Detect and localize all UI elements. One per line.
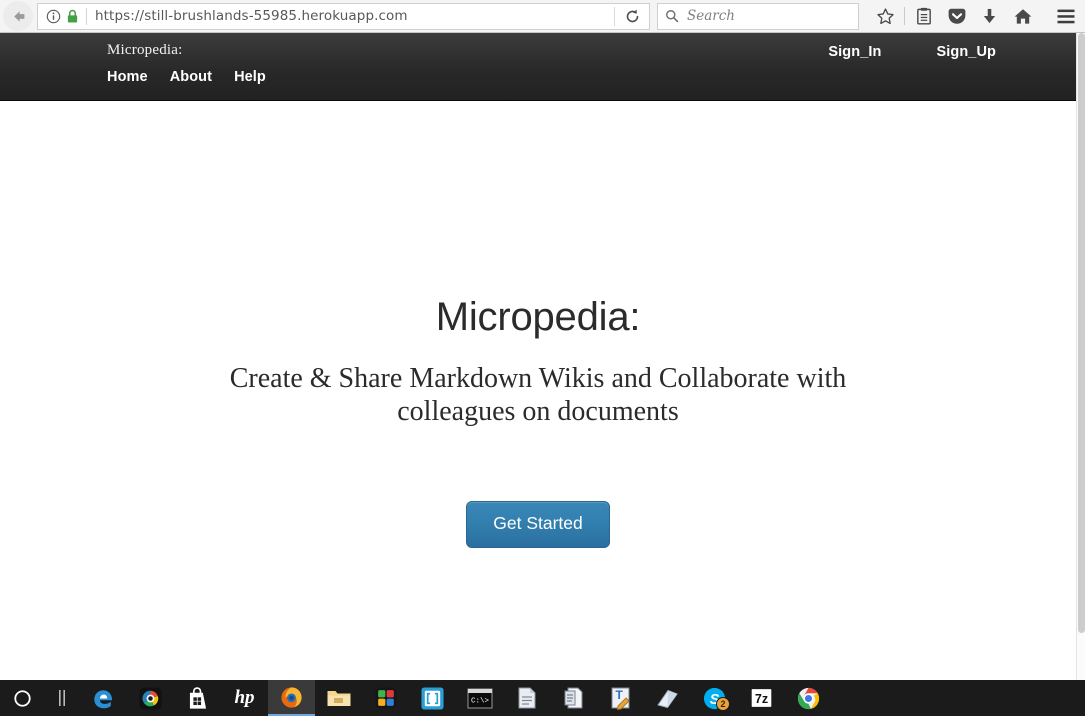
get-started-button[interactable]: Get Started (466, 501, 610, 548)
pocket-icon[interactable] (940, 2, 973, 31)
svg-text:C:\>: C:\> (471, 697, 490, 705)
cortana-search-icon[interactable] (0, 680, 44, 716)
search-input[interactable]: Search (657, 2, 859, 30)
library-icon[interactable] (907, 2, 940, 31)
menu-hamburger-icon[interactable] (1049, 2, 1082, 31)
url-text[interactable]: https://still-brushlands-55985.herokuapp… (95, 8, 614, 24)
star-glyph (877, 7, 894, 24)
library-glyph (916, 7, 931, 25)
store-bag-glyph (189, 686, 206, 709)
sevenzip-icon[interactable]: 7z (738, 680, 785, 716)
downloads-icon[interactable] (973, 2, 1006, 31)
notes-app-icon[interactable] (503, 680, 550, 716)
svg-text:T: T (615, 688, 623, 702)
chrome-glyph (797, 687, 820, 709)
task-view-icon[interactable] (44, 680, 80, 716)
text-editor-icon[interactable]: T (597, 680, 644, 716)
brackets-editor-icon[interactable] (409, 680, 456, 716)
navbar-links: Home About Help (107, 69, 266, 85)
hp-logo-text: hp (234, 687, 255, 708)
nav-link-sign-up[interactable]: Sign_Up (936, 44, 996, 60)
navbar-inner: Micropedia: Home About Help Sign_In Sign… (0, 33, 1076, 100)
page-info-icon[interactable] (46, 9, 61, 24)
navbar-brand[interactable]: Micropedia: (107, 42, 183, 59)
download-arrow-glyph (983, 8, 996, 23)
urlbar-identity-icons (38, 9, 86, 24)
toolbar-divider (904, 7, 905, 25)
cortana-circle-glyph (13, 689, 31, 707)
page-viewport: Micropedia: Home About Help Sign_In Sign… (0, 33, 1085, 680)
command-prompt-icon[interactable]: C:\> (456, 680, 503, 716)
nav-link-home[interactable]: Home (107, 69, 148, 85)
svg-text:7z: 7z (755, 692, 768, 706)
page-title: Micropedia: (435, 295, 641, 339)
scrollbar-thumb[interactable] (1078, 33, 1085, 633)
reload-glyph (626, 9, 638, 22)
edge-glyph (94, 689, 113, 708)
camera-app-icon[interactable] (127, 680, 174, 716)
firefox-browser-icon[interactable] (268, 680, 315, 716)
puzzle-app-icon[interactable] (362, 680, 409, 716)
notes-glyph (518, 687, 535, 709)
browser-toolbar-buttons (869, 2, 1082, 31)
file-explorer-icon[interactable] (315, 680, 362, 716)
document-app-icon[interactable] (550, 680, 597, 716)
microsoft-store-icon[interactable] (174, 680, 221, 716)
home-icon[interactable] (1006, 2, 1039, 31)
edge-browser-icon[interactable] (80, 680, 127, 716)
skype-icon[interactable]: S 2 (691, 680, 738, 716)
reload-icon[interactable] (615, 4, 649, 29)
secure-lock-icon[interactable] (66, 9, 79, 24)
back-arrow-glyph (13, 10, 24, 22)
screen: https://still-brushlands-55985.herokuapp… (0, 0, 1085, 716)
camera-glyph (139, 686, 162, 710)
search-placeholder: Search (687, 8, 735, 24)
url-bar[interactable]: https://still-brushlands-55985.herokuapp… (37, 2, 650, 30)
document-glyph (564, 687, 582, 709)
nav-link-about[interactable]: About (170, 69, 212, 85)
task-view-glyph (59, 690, 65, 706)
search-icon (666, 10, 679, 23)
folder-glyph (327, 691, 350, 706)
home-glyph (1014, 8, 1031, 24)
firefox-glyph (281, 686, 302, 708)
urlbar-divider (86, 7, 87, 25)
skype-badge: 2 (716, 697, 730, 711)
chrome-browser-icon[interactable] (785, 680, 832, 716)
brackets-glyph (421, 686, 444, 710)
page-scrollbar[interactable] (1076, 33, 1085, 680)
pocket-glyph (948, 8, 965, 24)
text-editor-glyph: T (611, 687, 630, 710)
cta-wrapper: Get Started (0, 501, 1076, 548)
onenote-icon[interactable] (644, 680, 691, 716)
hero-lead: Create & Share Markdown Wikis and Collab… (229, 363, 847, 428)
nav-link-help[interactable]: Help (234, 69, 266, 85)
nav-link-sign-in[interactable]: Sign_In (828, 44, 881, 60)
puzzle-glyph (374, 687, 397, 709)
sevenzip-glyph: 7z (750, 687, 773, 709)
navbar-auth-links: Sign_In Sign_Up (828, 44, 996, 60)
back-arrow-icon[interactable] (3, 1, 33, 31)
cmd-glyph: C:\> (467, 688, 492, 708)
browser-toolbar: https://still-brushlands-55985.herokuapp… (0, 0, 1085, 33)
windows-taskbar: hp C:\> T S 2 7z (0, 680, 1085, 716)
hp-support-icon[interactable]: hp (221, 680, 268, 716)
bookmark-star-icon[interactable] (869, 2, 902, 31)
hamburger-glyph (1057, 9, 1074, 23)
site-navbar: Micropedia: Home About Help Sign_In Sign… (0, 33, 1076, 101)
onenote-glyph (657, 689, 678, 708)
hero-section: Micropedia: Create & Share Markdown Wiki… (0, 101, 1076, 548)
